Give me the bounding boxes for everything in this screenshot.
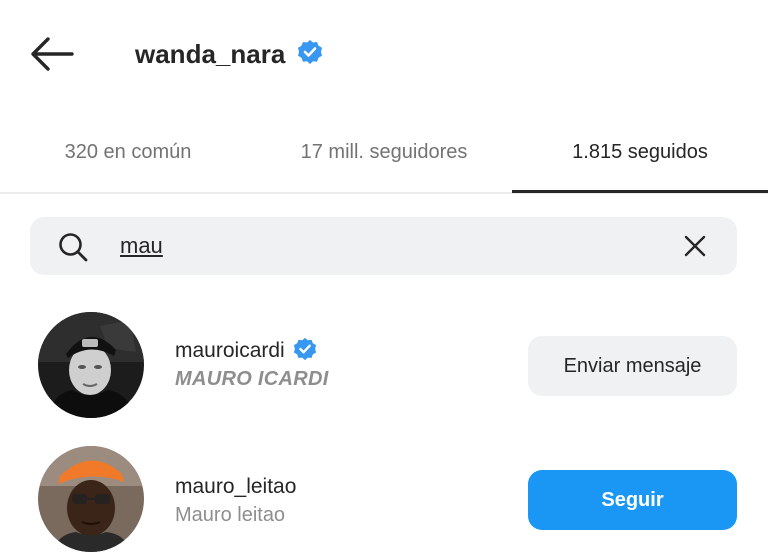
tab-mutual[interactable]: 320 en común bbox=[0, 110, 256, 194]
full-name: MAURO ICARDI bbox=[175, 368, 329, 390]
username[interactable]: mauro_leitao bbox=[175, 475, 296, 499]
back-arrow-icon[interactable] bbox=[28, 34, 76, 74]
full-name: Mauro leitao bbox=[175, 504, 286, 526]
list-item: mauro_leitao Mauro leitao Seguir bbox=[0, 446, 768, 556]
avatar[interactable] bbox=[38, 446, 144, 552]
profile-title: wanda_nara bbox=[135, 34, 323, 74]
search-input[interactable] bbox=[120, 229, 660, 263]
follow-tabs: 320 en común 17 mill. seguidores 1.815 s… bbox=[0, 110, 768, 194]
follow-button[interactable]: Seguir bbox=[528, 470, 737, 530]
close-icon[interactable] bbox=[682, 233, 708, 259]
username[interactable]: mauroicardi bbox=[175, 339, 285, 363]
header: wanda_nara bbox=[0, 0, 768, 110]
tab-followers[interactable]: 17 mill. seguidores bbox=[256, 110, 512, 194]
profile-username: wanda_nara bbox=[135, 38, 286, 69]
list-item: mauroicardi MAURO ICARDI Enviar mensaje bbox=[0, 312, 768, 422]
verified-badge-icon bbox=[297, 39, 323, 70]
search-icon bbox=[58, 232, 88, 262]
send-message-button[interactable]: Enviar mensaje bbox=[528, 336, 737, 396]
avatar[interactable] bbox=[38, 312, 144, 418]
search-bar bbox=[30, 217, 737, 275]
active-tab-indicator bbox=[512, 190, 768, 193]
verified-badge-icon bbox=[293, 337, 317, 366]
tab-following[interactable]: 1.815 seguidos bbox=[512, 110, 768, 194]
